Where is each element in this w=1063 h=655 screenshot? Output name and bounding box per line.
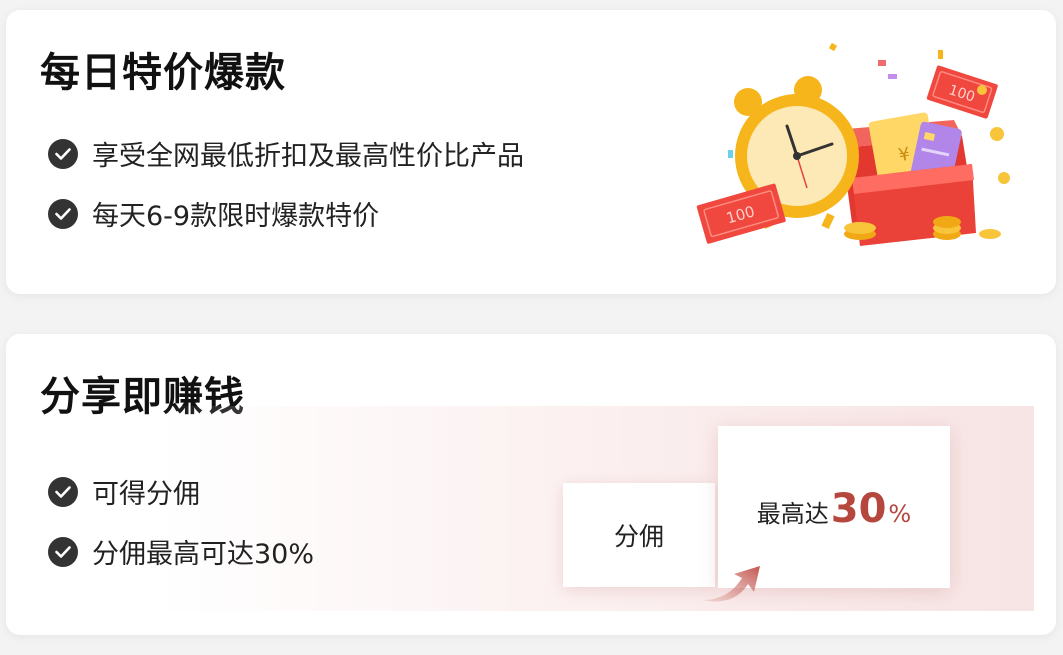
- share-earn-card[interactable]: 分享即赚钱 可得分佣 分佣最高可达30% 分佣 最高达 30 %: [6, 334, 1056, 635]
- max-commission-value: 30: [830, 486, 887, 532]
- feature-item: 分佣最高可达30%: [48, 532, 314, 571]
- max-commission-unit: %: [888, 500, 912, 528]
- check-circle-icon: [48, 138, 78, 169]
- check-circle-icon: [48, 476, 78, 507]
- feature-item: 每天6-9款限时爆款特价: [48, 194, 379, 233]
- feature-item: 可得分佣: [48, 472, 200, 511]
- feature-text: 可得分佣: [92, 479, 200, 510]
- max-commission-label: 最高达: [756, 500, 829, 528]
- daily-deals-title: 每日特价爆款: [40, 50, 286, 96]
- feature-text: 每天6-9款限时爆款特价: [92, 201, 380, 232]
- alarm-clock-gift-illustration: 100 ¥ 100: [696, 42, 1010, 246]
- commission-label: 分佣: [613, 522, 664, 551]
- check-circle-icon: [48, 198, 78, 229]
- feature-text: 享受全网最低折扣及最高性价比产品: [92, 141, 524, 172]
- feature-item: 享受全网最低折扣及最高性价比产品: [48, 134, 524, 173]
- check-circle-icon: [48, 536, 78, 567]
- daily-deals-card[interactable]: 每日特价爆款 享受全网最低折扣及最高性价比产品 每天6-9款限时爆款特价 100: [6, 10, 1056, 294]
- feature-text: 分佣最高可达30%: [92, 539, 315, 570]
- commission-box: 分佣: [563, 483, 715, 587]
- growth-arrow-icon: [702, 566, 760, 602]
